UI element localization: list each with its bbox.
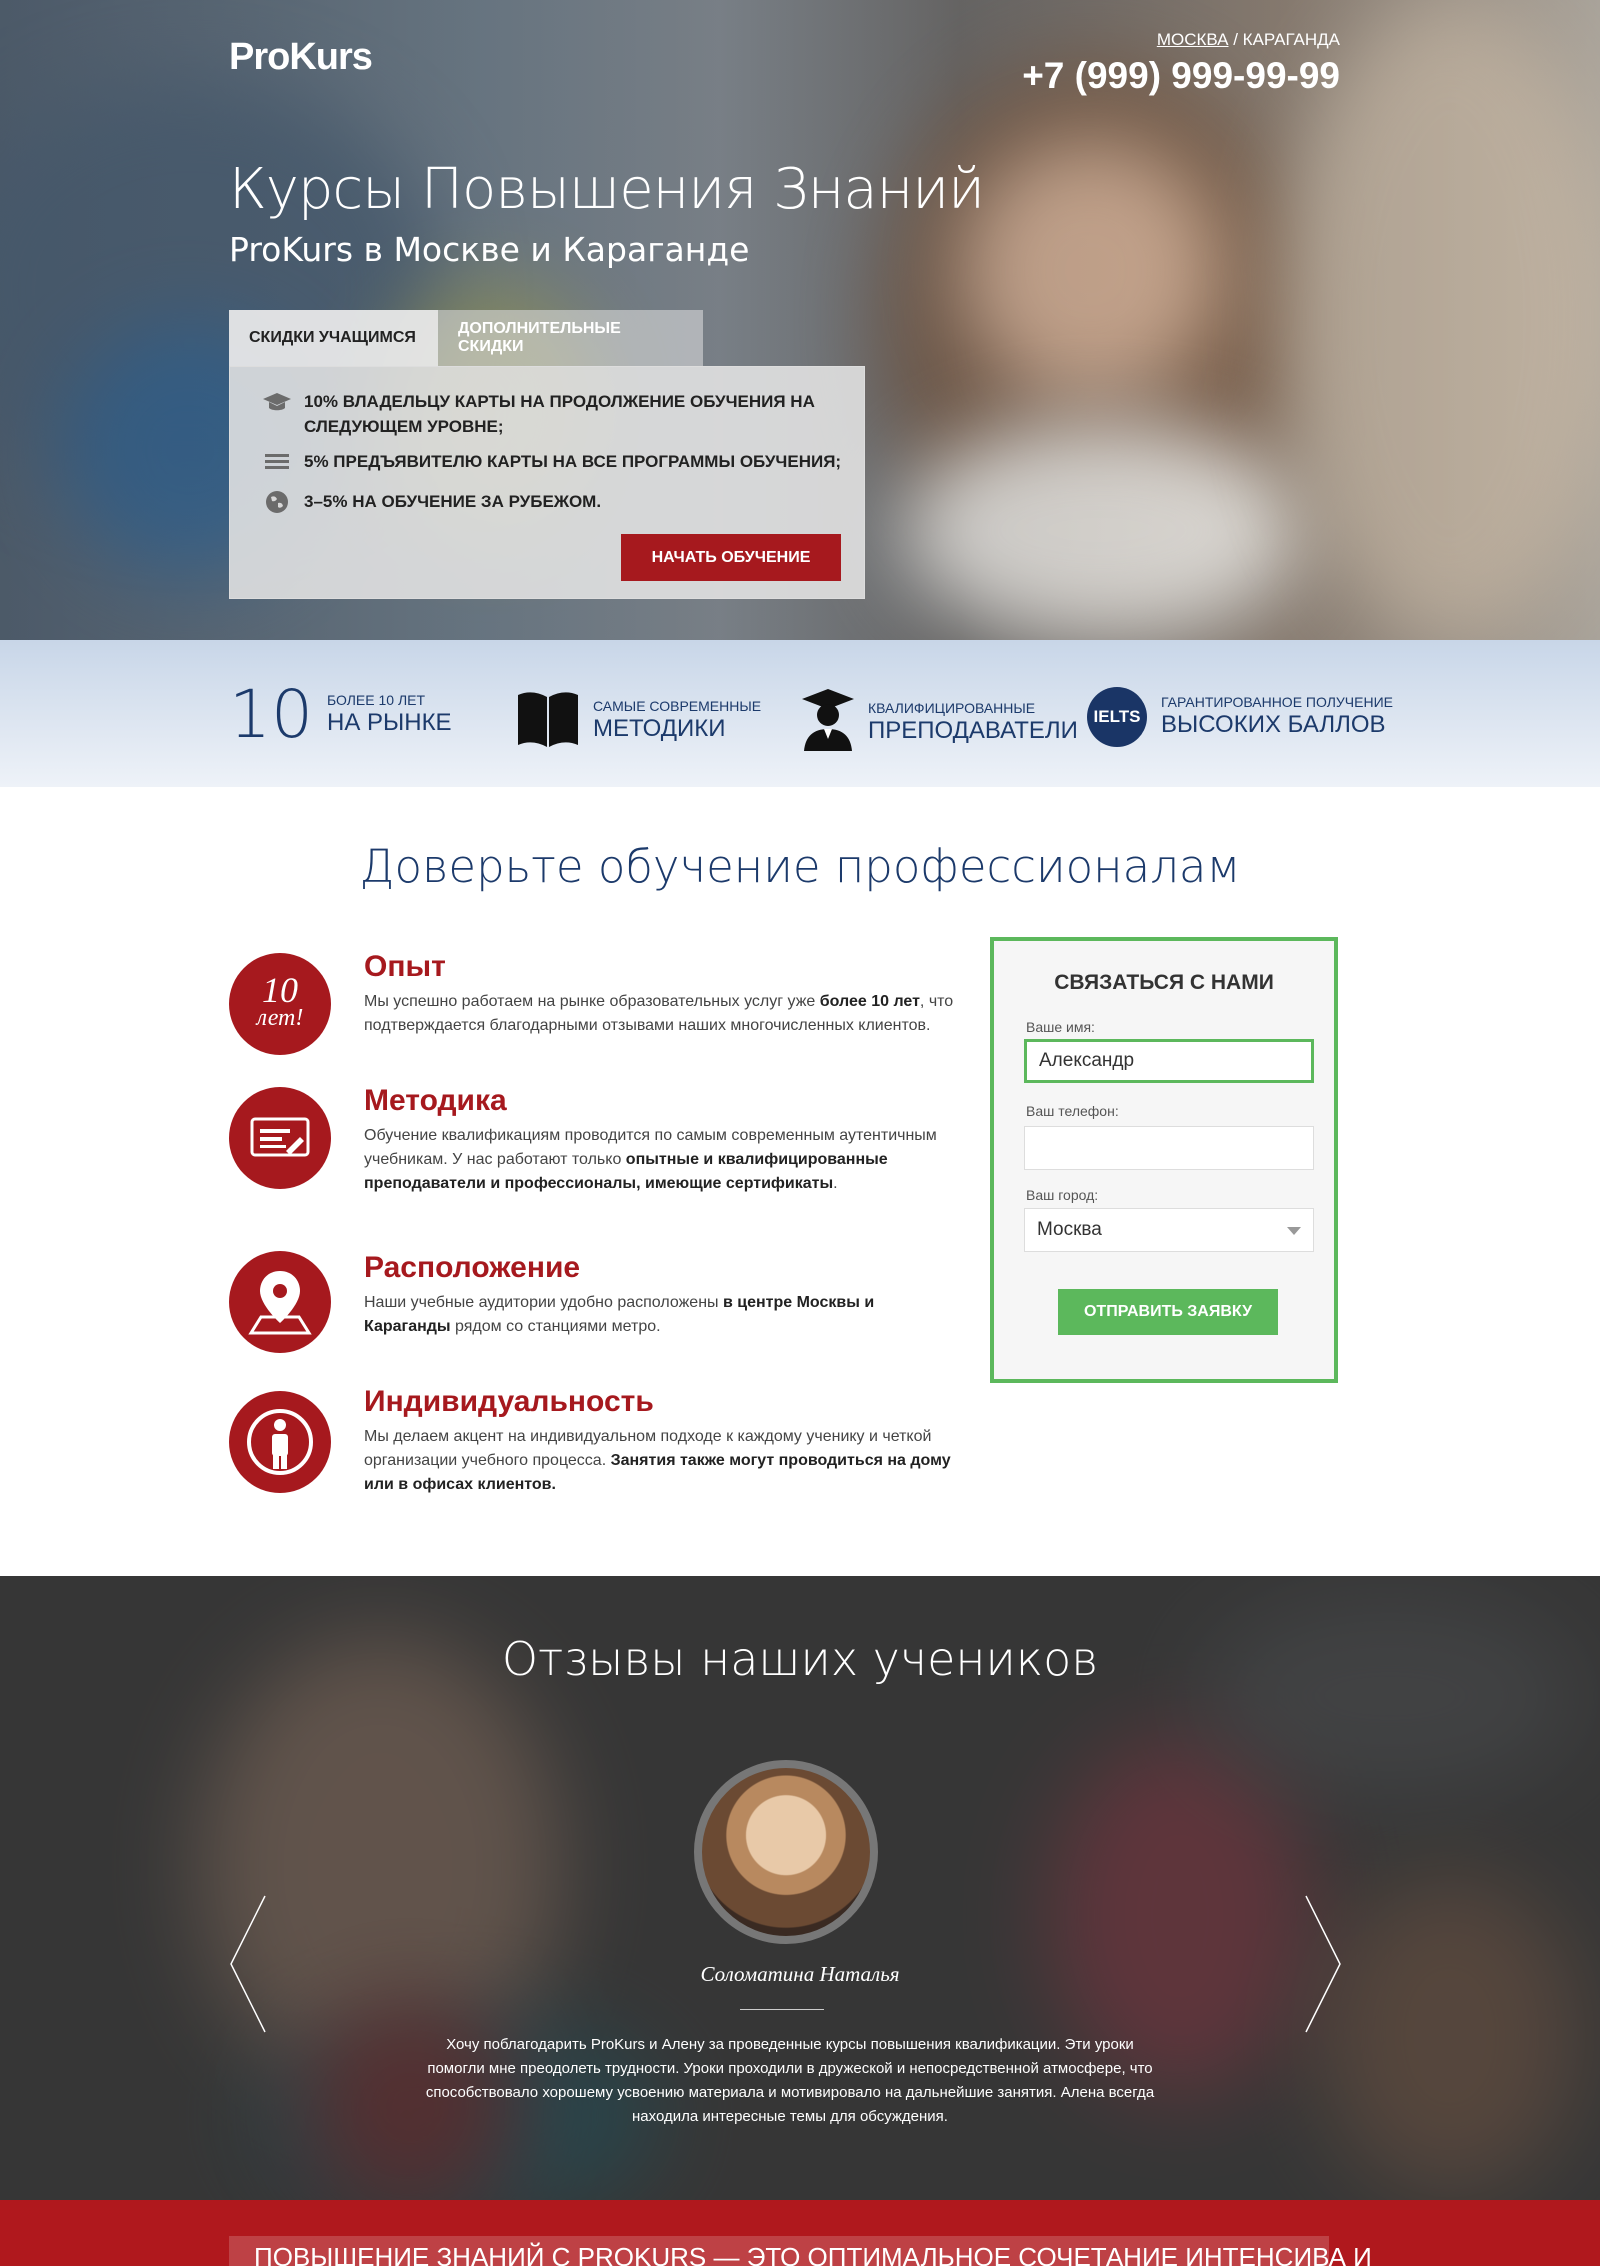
promo-banner: ПОВЫШЕНИЕ ЗНАНИЙ С PROKURS — ЭТО ОПТИМАЛ… [0,2200,1600,2266]
feature-teachers: КВАЛИФИЦИРОВАННЫЕ ПРЕПОДАВАТЕЛИ [800,687,1078,758]
divider [740,2009,824,2010]
chevron-down-icon [1287,1227,1301,1235]
feature-methods: САМЫЕ СОВРЕМЕННЫЕ МЕТОДИКИ [515,687,761,754]
name-label: Ваше имя: [1026,1019,1095,1035]
city-link-moscow[interactable]: МОСКВА [1157,30,1229,49]
logo[interactable]: ProKurs [229,36,373,79]
hero-subtitle: ProKurs в Москве и Караганде [229,230,750,269]
book-icon [515,687,581,754]
discount-tabs: СКИДКИ УЧАЩИМСЯ ДОПОЛНИТЕЛЬНЫЕ СКИДКИ [229,310,703,366]
list-icon [262,449,292,475]
reviews-title: Отзывы наших учеников [501,1632,1099,1686]
review-text: Хочу поблагодарить ProKurs и Алену за пр… [425,2036,1155,2125]
phone-input[interactable] [1024,1126,1314,1170]
reviews-section: Отзывы наших учеников Соломатина Наталья… [0,1576,1600,2201]
item-title: Индивидуальность [364,1385,654,1418]
years-number: 10 [229,676,313,753]
feature-ielts: IELTS ГАРАНТИРОВАННОЕ ПОЛУЧЕНИЕ ВЫСОКИХ Б… [1087,687,1393,747]
name-input[interactable]: Александр [1024,1039,1314,1083]
page: { "header":{"logo":"ProKurs","city_selec… [0,0,1600,2266]
item-text: Мы успешно работаем на рынке образовател… [364,993,954,1034]
reviewer-avatar [694,1760,878,1944]
promo-text: ПОВЫШЕНИЕ ЗНАНИЙ С PROKURS — ЭТО ОПТИМАЛ… [254,2242,1372,2266]
prev-review-arrow[interactable] [229,1894,269,2034]
city-link-karaganda[interactable]: КАРАГАНДА [1243,30,1340,49]
discount-item: 5% предъявителю карты на все программы о… [262,449,844,475]
phone-number[interactable]: +7 (999) 999-99-99 [1022,55,1340,97]
discount-item: 10% владельцу карты на продолжение обуче… [262,389,844,439]
ielts-badge: IELTS [1087,687,1147,747]
item-text: Обучение квалификациям проводится по сам… [364,1127,937,1192]
graduation-cap-icon [262,389,292,415]
tab-student-discounts[interactable]: СКИДКИ УЧАЩИМСЯ [229,310,438,366]
item-text: Наши учебные аудитории удобно расположен… [364,1294,875,1335]
city-label: Ваш город: [1026,1187,1099,1203]
teacher-icon [800,687,856,758]
start-learning-button[interactable]: НАЧАТЬ ОБУЧЕНИЕ [621,534,841,581]
tab-additional-discounts[interactable]: ДОПОЛНИТЕЛЬНЫЕ СКИДКИ [438,310,703,366]
discount-item: 3–5% на обучение за рубежом. [262,489,844,515]
item-title: Опыт [364,950,446,983]
next-review-arrow[interactable] [1302,1894,1342,2034]
feature-years: 10 БОЛЕЕ 10 ЛЕТ НА РЫНКЕ [229,676,452,753]
contact-form: СВЯЗАТЬСЯ С НАМИ Ваше имя: Александр Ваш… [990,937,1338,1383]
hero-section: ProKurs МОСКВА / КАРАГАНДА +7 (999) 999-… [0,0,1600,640]
contact-form-title: СВЯЗАТЬСЯ С НАМИ [1054,971,1274,994]
phone-label: Ваш телефон: [1026,1103,1119,1119]
discount-panel: 10% владельцу карты на продолжение обуче… [229,366,865,599]
trust-section-title: Доверьте обучение профессионалам [359,840,1241,893]
item-title: Расположение [364,1251,581,1284]
globe-icon [262,489,292,515]
city-switcher: МОСКВА / КАРАГАНДА [1156,30,1340,49]
ten-years-icon: 10 лет! [229,953,331,1055]
features-strip: 10 БОЛЕЕ 10 ЛЕТ НА РЫНКЕ САМЫЕ СОВРЕМЕННЫ… [0,640,1600,787]
item-title: Методика [364,1084,507,1117]
city-select[interactable]: Москва [1024,1208,1314,1252]
item-text: Мы делаем акцент на индивидуальном подхо… [364,1428,951,1493]
person-icon [229,1391,331,1493]
certificate-icon [229,1087,331,1189]
submit-request-button[interactable]: ОТПРАВИТЬ ЗАЯВКУ [1058,1289,1278,1335]
hero-title: Курсы Повышения Знаний [229,157,985,222]
map-pin-icon [229,1251,331,1353]
